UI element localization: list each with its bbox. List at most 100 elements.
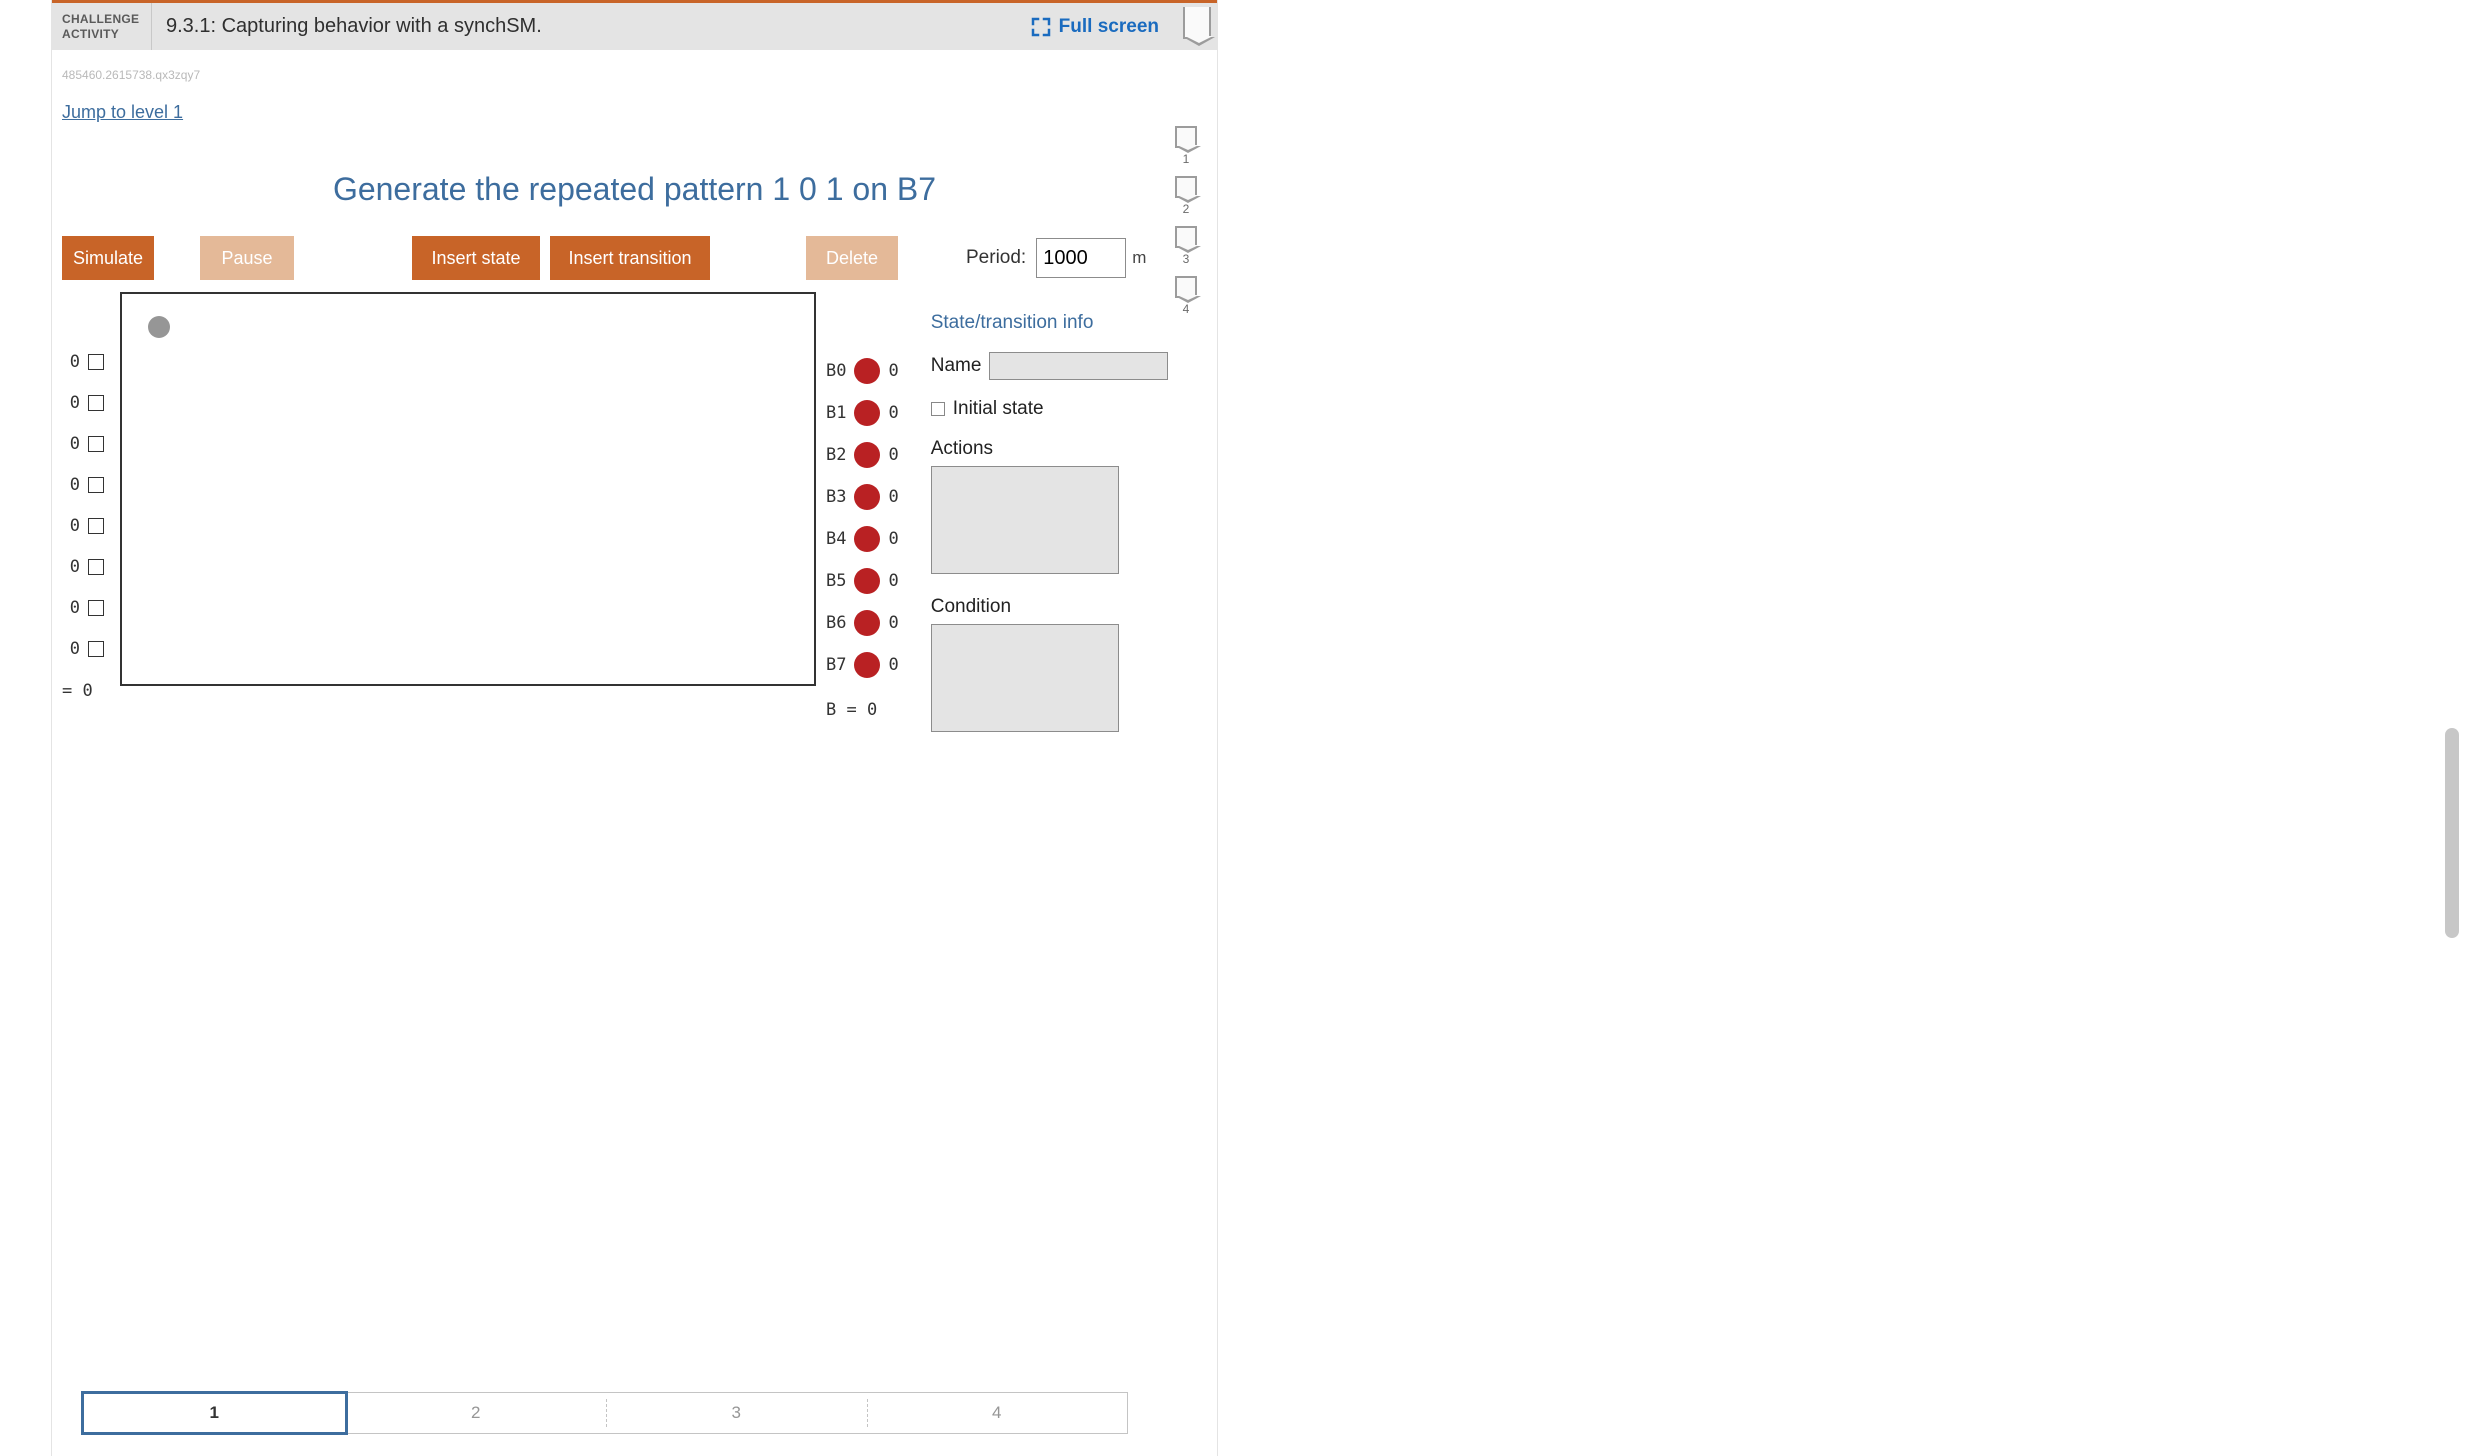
insert-transition-button[interactable]: Insert transition (550, 236, 710, 280)
level-sidebar-item-3[interactable]: 3 (1173, 226, 1199, 266)
b-output-row: B2 0 (826, 442, 899, 468)
delete-button[interactable]: Delete (806, 236, 898, 280)
activity-title: 9.3.1: Capturing behavior with a synchSM… (152, 3, 1031, 50)
a-input-value: 0 (70, 475, 80, 495)
b-label: B6 (826, 613, 846, 633)
info-panel: State/transition info Name Initial state… (931, 312, 1121, 754)
b-label: B1 (826, 403, 846, 423)
b-label: B0 (826, 361, 846, 381)
level-num: 1 (1183, 152, 1190, 166)
initial-state-checkbox[interactable] (931, 402, 945, 416)
activity-container: CHALLENGE ACTIVITY 9.3.1: Capturing beha… (51, 0, 1218, 1456)
a-input-value: 0 (70, 393, 80, 413)
level-sidebar-item-2[interactable]: 2 (1173, 176, 1199, 216)
level-badge-icon (1175, 276, 1197, 298)
b-output-row: B5 0 (826, 568, 899, 594)
level-badge-icon (1175, 126, 1197, 148)
initial-state-dot[interactable] (148, 316, 170, 338)
level-num: 3 (1183, 252, 1190, 266)
b-output-row: B6 0 (826, 610, 899, 636)
led-icon (854, 610, 880, 636)
a-input-row: 0 (70, 557, 104, 577)
condition-textarea[interactable] (931, 624, 1119, 732)
level-num: 2 (1183, 202, 1190, 216)
led-icon (854, 442, 880, 468)
a-input-row: 0 (70, 434, 104, 454)
b-value: 0 (888, 613, 898, 633)
bookmark-badge[interactable] (1177, 3, 1217, 50)
simulate-button[interactable]: Simulate (62, 236, 154, 280)
insert-state-button[interactable]: Insert state (412, 236, 540, 280)
prompt-title: Generate the repeated pattern 1 0 1 on B… (62, 171, 1207, 208)
state-machine-canvas[interactable] (120, 292, 816, 686)
b-label: B5 (826, 571, 846, 591)
info-heading: State/transition info (931, 312, 1121, 334)
a-input-checkbox[interactable] (88, 641, 104, 657)
a-input-checkbox[interactable] (88, 395, 104, 411)
a-input-checkbox[interactable] (88, 436, 104, 452)
level-tab-3[interactable]: 3 (606, 1393, 867, 1433)
pause-button[interactable]: Pause (200, 236, 294, 280)
a-input-row: 0 (70, 393, 104, 413)
a-input-checkbox[interactable] (88, 354, 104, 370)
led-icon (854, 652, 880, 678)
bookmark-icon (1183, 7, 1211, 39)
a-input-value: 0 (70, 557, 80, 577)
period-group: Period: m (966, 238, 1146, 278)
a-input-value: 0 (70, 434, 80, 454)
activity-type-label: CHALLENGE ACTIVITY (52, 3, 152, 50)
b-label: B7 (826, 655, 846, 675)
b-label: B3 (826, 487, 846, 507)
b-label: B2 (826, 445, 846, 465)
scrollbar-thumb[interactable] (2445, 728, 2459, 938)
led-icon (854, 358, 880, 384)
fullscreen-icon (1031, 17, 1051, 37)
actions-textarea[interactable] (931, 466, 1119, 574)
led-icon (854, 400, 880, 426)
simulation-body: 0 0 0 0 0 0 0 0 = 0 B0 0 B1 0 B2 0 (62, 292, 1207, 754)
b-output-row: B40 (826, 526, 899, 552)
a-input-row: 0 (70, 352, 104, 372)
level-navigation-bar: 1 2 3 4 (82, 1392, 1128, 1434)
activity-type-line2: ACTIVITY (62, 27, 151, 41)
jump-to-level-link[interactable]: Jump to level 1 (62, 102, 183, 123)
b-output-row: B30 (826, 484, 899, 510)
period-input[interactable] (1036, 238, 1126, 278)
toolbar: Simulate Pause Insert state Insert trans… (62, 236, 1207, 280)
b-value: 0 (888, 529, 898, 549)
level-tab-1[interactable]: 1 (81, 1391, 348, 1435)
level-sidebar-item-1[interactable]: 1 (1173, 126, 1199, 166)
level-num: 4 (1183, 302, 1190, 316)
led-icon (854, 484, 880, 510)
b-output-row: B7 0 (826, 652, 899, 678)
level-sidebar: 1 2 3 4 (1173, 126, 1199, 316)
a-input-checkbox[interactable] (88, 559, 104, 575)
b-value: 0 (888, 571, 898, 591)
content-area: 485460.2615738.qx3zqy7 Jump to level 1 1… (52, 50, 1217, 754)
level-sidebar-item-4[interactable]: 4 (1173, 276, 1199, 316)
name-row: Name (931, 352, 1121, 380)
initial-state-label: Initial state (953, 398, 1044, 420)
b-value: 0 (888, 655, 898, 675)
a-total: = 0 (62, 681, 108, 701)
b-outputs-column: B00 B10 B20 B30 B40 B50 B60 B70 B = 0 (826, 358, 899, 720)
level-tab-4[interactable]: 4 (867, 1393, 1128, 1433)
a-input-value: 0 (70, 516, 80, 536)
level-badge-icon (1175, 226, 1197, 248)
fullscreen-button[interactable]: Full screen (1031, 3, 1177, 50)
name-input[interactable] (989, 352, 1168, 380)
a-input-checkbox[interactable] (88, 518, 104, 534)
a-input-checkbox[interactable] (88, 600, 104, 616)
b-value: 0 (888, 445, 898, 465)
a-input-checkbox[interactable] (88, 477, 104, 493)
hash-text: 485460.2615738.qx3zqy7 (62, 68, 1207, 82)
led-icon (854, 568, 880, 594)
b-value: 0 (888, 403, 898, 423)
level-tab-2[interactable]: 2 (346, 1393, 607, 1433)
activity-header: CHALLENGE ACTIVITY 9.3.1: Capturing beha… (52, 0, 1217, 50)
condition-label: Condition (931, 596, 1121, 618)
b-output-row: B1 0 (826, 400, 899, 426)
period-unit: m (1132, 248, 1146, 268)
a-input-row: 0 (70, 475, 104, 495)
a-input-row: 0 (70, 598, 104, 618)
